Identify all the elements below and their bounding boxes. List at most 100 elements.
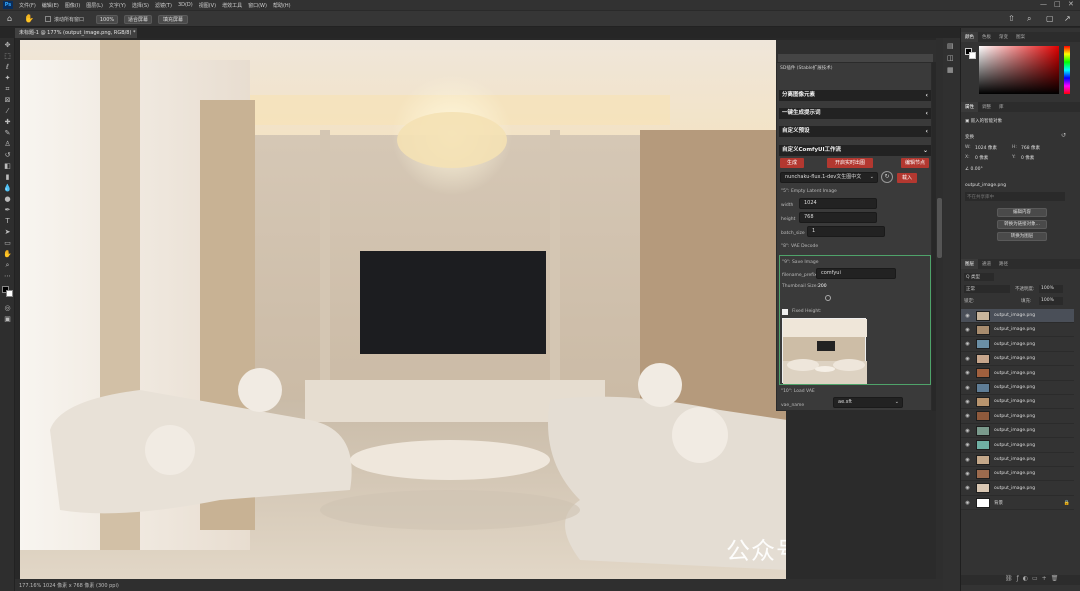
tab-channels[interactable]: 通道 xyxy=(978,259,995,269)
mask-icon[interactable]: ◐ xyxy=(1023,575,1032,582)
eye-icon[interactable]: ◉ xyxy=(963,313,972,319)
home-icon[interactable]: ⌂ xyxy=(7,14,12,23)
layer-row[interactable]: ◉ output_image.png xyxy=(961,453,1074,467)
batch-input[interactable]: 1 xyxy=(807,226,885,237)
menu-item[interactable]: 图像(I) xyxy=(62,2,83,9)
eye-icon[interactable]: ◉ xyxy=(963,327,972,333)
tab-properties[interactable]: 属性 xyxy=(961,102,978,112)
tab-layers[interactable]: 图层 xyxy=(961,259,978,269)
extension-icon[interactable]: ▦ xyxy=(947,66,954,74)
plugin-scrollbar[interactable] xyxy=(936,38,943,579)
magic-wand-icon[interactable]: ✦ xyxy=(3,74,12,83)
workflow-select[interactable]: nunchaku-flux.1-dev文生图中文 ⌄ xyxy=(780,172,878,183)
w-value[interactable]: 1024 像素 xyxy=(975,145,997,151)
layer-row[interactable]: ◉ 背景 🔒 xyxy=(961,496,1074,511)
path-select-icon[interactable]: ➤ xyxy=(3,228,12,237)
eye-icon[interactable]: ◉ xyxy=(963,385,972,391)
fixed-height-checkbox[interactable] xyxy=(782,309,788,315)
layer-row[interactable]: ◉ output_image.png xyxy=(961,367,1074,381)
hand-tool-side-icon[interactable]: ✋ xyxy=(3,250,12,259)
layer-row[interactable]: ◉ output_image.png xyxy=(961,338,1074,352)
healing-brush-icon[interactable]: ✚ xyxy=(3,118,12,127)
document-image[interactable] xyxy=(20,40,787,579)
refresh-icon[interactable]: ↻ xyxy=(881,171,893,183)
menu-item[interactable]: 视图(V) xyxy=(196,2,219,9)
search-icon[interactable]: ⌕ xyxy=(1027,14,1031,24)
hue-slider[interactable] xyxy=(1064,46,1070,94)
convert-linked-button[interactable]: 转换为链接对象... xyxy=(997,220,1047,229)
tab-adjustments[interactable]: 调整 xyxy=(978,102,995,112)
section-custom-workflow[interactable]: 自定义ComfyUI工作流 ⌄ xyxy=(779,145,931,156)
eye-icon[interactable]: ◉ xyxy=(963,399,972,405)
frame-tool-icon[interactable]: ⊠ xyxy=(3,96,12,105)
reset-icon[interactable]: ↺ xyxy=(1061,132,1066,139)
bg-swatch[interactable] xyxy=(969,52,976,59)
background-color-swatch[interactable] xyxy=(6,290,13,297)
zoom-tool-icon[interactable]: ⌕ xyxy=(3,261,12,270)
layer-row[interactable]: ◉ output_image.png xyxy=(961,439,1074,453)
blend-mode-select[interactable]: 正常 xyxy=(964,285,1010,293)
more-tools-icon[interactable]: ⋯ xyxy=(3,272,12,281)
layer-row[interactable]: ◉ output_image.png xyxy=(961,482,1074,496)
tab-gradients[interactable]: 渐变 xyxy=(995,32,1012,42)
stamp-tool-icon[interactable]: ♙ xyxy=(3,140,12,149)
scrollbar-thumb[interactable] xyxy=(937,198,942,258)
layer-row[interactable]: ◉ output_image.png xyxy=(961,323,1074,338)
brush-tool-icon[interactable]: ✎ xyxy=(3,129,12,138)
plugin-icon[interactable]: ◫ xyxy=(947,54,954,62)
layer-row[interactable]: ◉ output_image.png xyxy=(961,381,1074,395)
workspace-icon[interactable]: ▢ xyxy=(1046,14,1054,23)
fill-input[interactable]: 100% xyxy=(1039,297,1063,305)
layer-row[interactable]: ◉ output_image.png xyxy=(961,410,1074,424)
prefix-input[interactable]: comfyui xyxy=(816,268,896,279)
width-input[interactable]: 1024 xyxy=(799,198,877,209)
quick-mask-icon[interactable]: ◎ xyxy=(3,304,12,313)
section-prompt-gen[interactable]: 一键生成提示词 ‹ xyxy=(779,108,931,119)
screen-mode-icon[interactable]: ▣ xyxy=(3,315,12,324)
menu-item[interactable]: 3D(D) xyxy=(175,2,196,9)
menu-item[interactable]: 文字(Y) xyxy=(106,2,129,9)
eye-icon[interactable]: ◉ xyxy=(963,356,972,362)
menu-item[interactable]: 编辑(E) xyxy=(39,2,62,9)
eye-icon[interactable]: ◉ xyxy=(963,485,972,491)
menu-item[interactable]: 图层(L) xyxy=(83,2,106,9)
angle-value[interactable]: ∠ 0.00° xyxy=(965,167,983,172)
vae-select[interactable]: ae.sft ⌄ xyxy=(833,397,903,408)
eye-icon[interactable]: ◉ xyxy=(963,442,972,448)
zoom-100-button[interactable]: 100% xyxy=(96,15,118,24)
gradient-tool-icon[interactable]: ▮ xyxy=(3,173,12,182)
crop-tool-icon[interactable]: ⌗ xyxy=(3,85,12,94)
layer-row[interactable]: ◉ output_image.png xyxy=(961,395,1074,410)
share-icon[interactable]: ⇧ xyxy=(1008,14,1015,23)
color-picker-field[interactable] xyxy=(979,46,1059,94)
eye-icon[interactable]: ◉ xyxy=(963,370,972,376)
menu-item[interactable]: 文件(F) xyxy=(16,2,39,9)
menu-item[interactable]: 帮助(H) xyxy=(270,2,294,9)
menu-item[interactable]: 窗口(W) xyxy=(245,2,270,9)
tab-paths[interactable]: 路径 xyxy=(995,259,1012,269)
convert-layers-button[interactable]: 转换为图层 xyxy=(997,232,1047,241)
marquee-tool-icon[interactable]: ⬚ xyxy=(3,52,12,61)
tab-color[interactable]: 颜色 xyxy=(961,32,978,42)
lasso-tool-icon[interactable]: ℓ xyxy=(3,63,12,72)
layer-kind-filter[interactable]: Q 类型 xyxy=(964,273,994,281)
panel-icon[interactable]: ▤ xyxy=(947,42,954,50)
scroll-all-checkbox[interactable] xyxy=(45,16,51,22)
section-separate-elements[interactable]: 分离图像元素 ‹ xyxy=(779,90,931,101)
slider-handle[interactable] xyxy=(825,295,831,301)
fill-screen-button[interactable]: 填充屏幕 xyxy=(158,15,188,24)
type-tool-icon[interactable]: T xyxy=(3,217,12,226)
eye-icon[interactable]: ◉ xyxy=(963,457,972,463)
h-value[interactable]: 768 像素 xyxy=(1021,145,1040,151)
link-icon[interactable]: ⛓ xyxy=(1005,575,1017,582)
pen-tool-icon[interactable]: ✒ xyxy=(3,206,12,215)
section-custom-preset[interactable]: 自定义预设 ‹ xyxy=(779,126,931,137)
trash-icon[interactable]: 🗑 xyxy=(1051,575,1063,582)
eye-icon[interactable]: ◉ xyxy=(963,500,972,506)
menu-item[interactable]: 选择(S) xyxy=(129,2,152,9)
live-generate-button[interactable]: 开启实时出图 xyxy=(827,158,873,168)
height-input[interactable]: 768 xyxy=(799,212,877,223)
move-tool-icon[interactable]: ✥ xyxy=(3,41,12,50)
layer-row[interactable]: ◉ output_image.png xyxy=(961,467,1074,482)
tab-swatches[interactable]: 色板 xyxy=(978,32,995,42)
